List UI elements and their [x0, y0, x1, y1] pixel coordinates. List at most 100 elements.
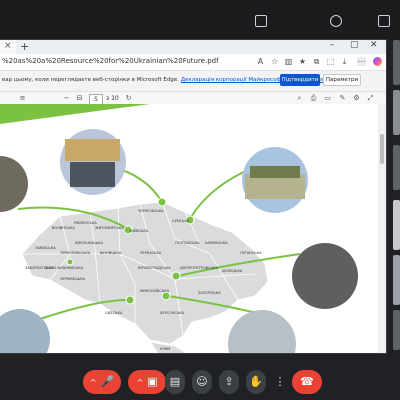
draw-icon[interactable]: ✎ [338, 94, 347, 103]
location-dot [125, 295, 135, 305]
participant-tile[interactable] [393, 200, 400, 250]
location-dot [157, 197, 167, 207]
address-bar[interactable]: %20as%20a%20Resource%20for%20Ukrainian%2… [0, 54, 386, 71]
map-region-label: ЧЕРНІГІВСЬКА [138, 209, 164, 213]
read-aloud-icon[interactable]: A [256, 57, 265, 66]
split-screen-icon[interactable]: ▥ [284, 57, 293, 66]
confirm-button[interactable]: Підтвердити [280, 74, 320, 86]
minimize-icon[interactable]: – [330, 40, 335, 50]
people-group [70, 162, 115, 187]
map-region-label: ДНІПРОПЕТРОВСЬКА [180, 266, 218, 270]
map-region-label: ЖИТОМИРСЬКА [95, 226, 124, 230]
green-accent-stripe [0, 104, 150, 124]
map-region-label: ТЕРНОПІЛЬСЬКА [59, 251, 91, 255]
construction-photo [228, 310, 296, 353]
end-call-button[interactable]: ☎ [292, 370, 322, 394]
industrial-photo [0, 309, 50, 353]
map-region-label: КРИМ [160, 347, 170, 351]
contents-icon[interactable]: ≡ [18, 94, 27, 103]
participant-tile[interactable] [393, 310, 400, 350]
raise-hand-button[interactable]: ✋ [246, 370, 266, 394]
caret-icon: ^ [136, 378, 144, 387]
map-region-label: ХЕРСОНСЬКА [160, 311, 185, 315]
url-text[interactable]: %20as%20a%20Resource%20for%20Ukrainian%2… [2, 57, 252, 65]
pin-icon[interactable] [330, 15, 342, 27]
participant-tiles [393, 0, 400, 400]
settings-icon[interactable]: ⚙ [352, 94, 361, 103]
location-dot [171, 271, 181, 281]
map-region-label: ВОЛИНСЬКА [52, 226, 75, 230]
fit-page-icon[interactable]: ⊟ [75, 94, 84, 103]
download-icon[interactable]: ⤓ [340, 57, 349, 66]
maximize-icon[interactable]: ▢ [350, 40, 359, 50]
map-region-label: КИЇВСЬКА [130, 228, 149, 233]
mic-off-icon: 🎤 [100, 375, 115, 388]
map-region-label: МИКОЛАЇВСЬКА [140, 288, 170, 293]
page-total: з 10 [106, 95, 119, 102]
camera-off-button[interactable]: ^ ▣ [128, 370, 166, 394]
map-region-label: ЛУГАНСЬКА [240, 251, 262, 255]
map-region-label: СУМСЬКА [172, 219, 190, 223]
meeting-top-strip [0, 0, 400, 40]
captions-button[interactable]: ▤ [165, 370, 185, 394]
zoom-out-icon[interactable]: − [62, 94, 71, 103]
workers-vests [250, 166, 300, 178]
pdf-scrollbar[interactable] [378, 104, 386, 353]
end-call-icon: ☎ [300, 375, 314, 388]
map-region-label: ПОЛТАВСЬКА [175, 241, 200, 245]
emoji-icon: ☺ [196, 375, 208, 388]
tab-bar: × + – ▢ ✕ [0, 40, 386, 54]
map-region-label: ДОНЕЦЬКА [222, 269, 243, 273]
map-region-label: ЛЬВІВСЬКА [35, 246, 56, 250]
favorite-star-icon[interactable]: ☆ [270, 57, 279, 66]
map-region-label: ОДЕСЬКА [105, 311, 123, 315]
browser-tab[interactable]: × [0, 40, 16, 54]
pdf-viewport[interactable]: ВОЛИНСЬКА РІВНЕНСЬКА ЖИТОМИРСЬКА КИЇВСЬК… [0, 104, 386, 353]
pdf-page: ВОЛИНСЬКА РІВНЕНСЬКА ЖИТОМИРСЬКА КИЇВСЬК… [0, 104, 378, 353]
meeting-controls: ^ 🎤 ^ ▣ ▤ ☺ ⇪ ✋ ⋮ ☎ [0, 360, 400, 400]
emoji-button[interactable]: ☺ [192, 370, 212, 394]
more-menu-icon[interactable]: ⋯ [357, 57, 366, 66]
collections-icon[interactable]: ⧉ [312, 57, 321, 66]
participant-tile[interactable] [393, 255, 400, 305]
map-region-label: ІВАНО-ФРАНКІВСЬКА [45, 266, 84, 270]
extensions-icon[interactable]: ⬚ [326, 57, 335, 66]
map-region-label: РІВНЕНСЬКА [74, 221, 97, 225]
more-vert-icon: ⋮ [274, 375, 286, 388]
present-button[interactable]: ⇪ [219, 370, 239, 394]
copilot-icon[interactable] [373, 57, 382, 66]
close-tab-icon[interactable]: × [4, 41, 12, 51]
save-icon[interactable]: ▭ [323, 94, 332, 103]
site-photo-left [0, 156, 28, 212]
print-icon[interactable]: ⎙ [309, 94, 318, 103]
hand-icon: ✋ [249, 375, 263, 388]
close-window-icon[interactable]: ✕ [370, 40, 378, 50]
map-region-label: ЧЕРКАСЬКА [140, 251, 162, 255]
rotate-icon[interactable]: ↻ [124, 94, 133, 103]
map-region-label: ВІННИЦЬКА [100, 251, 122, 255]
fullscreen-icon[interactable] [378, 15, 390, 27]
participant-tile[interactable] [393, 145, 400, 190]
captions-icon: ▤ [169, 375, 181, 388]
search-icon[interactable]: ⌕ [295, 94, 304, 103]
more-options-button[interactable]: ⋮ [273, 370, 287, 394]
location-dot [66, 258, 74, 266]
map-region-label: КІРОВОГРАДСЬКА [138, 266, 171, 270]
gravel-photo [292, 243, 358, 309]
layout-icon[interactable] [255, 15, 267, 27]
building-facade [65, 139, 120, 161]
present-icon: ⇪ [224, 375, 234, 388]
participant-tile[interactable] [393, 90, 400, 135]
scrollbar-thumb[interactable] [380, 134, 384, 164]
map-region-label: ХАРКІВСЬКА [205, 241, 228, 245]
mic-off-button[interactable]: ^ 🎤 [83, 370, 121, 394]
settings-button[interactable]: Параметри [323, 74, 361, 86]
favorites-icon[interactable]: ★ [298, 57, 307, 66]
slide-graphic: ВОЛИНСЬКА РІВНЕНСЬКА ЖИТОМИРСЬКА КИЇВСЬК… [0, 104, 358, 353]
participant-tile[interactable] [393, 40, 400, 85]
map-region-label: ХМЕЛЬНИЦЬКА [75, 241, 104, 245]
new-tab-button[interactable]: + [20, 40, 29, 53]
expand-icon[interactable]: ⤢ [366, 94, 375, 103]
location-dot [161, 291, 171, 301]
caret-icon: ^ [89, 378, 97, 387]
